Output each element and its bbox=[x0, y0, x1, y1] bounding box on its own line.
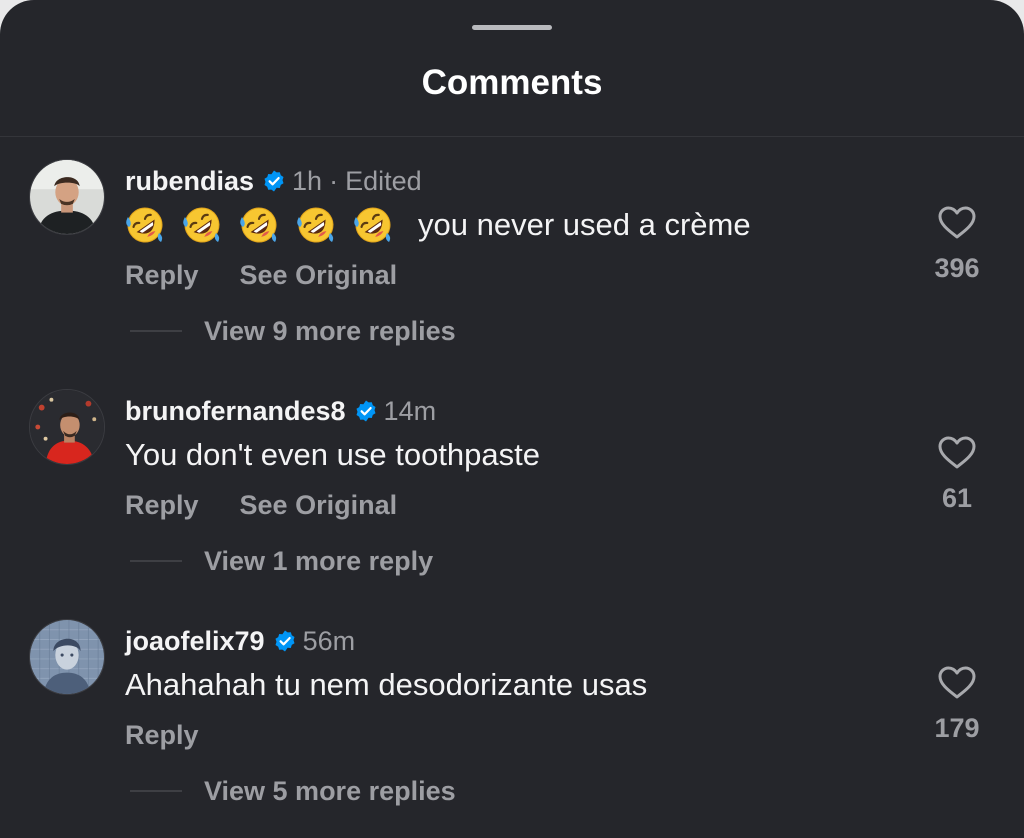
avatar[interactable] bbox=[29, 619, 105, 695]
verified-badge-icon bbox=[275, 630, 295, 652]
comment-actions: Reply See Original bbox=[125, 487, 397, 523]
comment-time: 56m bbox=[302, 625, 356, 656]
comment-item: rubendias 1h · Edited you never used a c… bbox=[0, 159, 1024, 379]
comment-actions: Reply See Original bbox=[125, 257, 397, 293]
avatar[interactable] bbox=[29, 389, 105, 465]
replies-line bbox=[130, 560, 182, 562]
view-replies-button[interactable]: View 9 more replies bbox=[130, 313, 456, 349]
view-replies-label: View 5 more replies bbox=[204, 775, 456, 806]
emoji-row bbox=[125, 205, 410, 245]
replies-line bbox=[130, 330, 182, 332]
like-count: 61 bbox=[941, 483, 973, 513]
comment-meta: brunofernandes8 14m bbox=[125, 393, 436, 429]
like-count: 179 bbox=[934, 713, 980, 743]
username[interactable]: brunofernandes8 bbox=[125, 396, 346, 427]
rolling-on-floor-laughing-icon bbox=[239, 205, 279, 245]
comment-item: joaofelix79 56m Ahahahah tu nem desodori… bbox=[0, 619, 1024, 838]
edited-label: Edited bbox=[345, 165, 422, 196]
header-divider bbox=[0, 136, 1024, 137]
sheet-grabber[interactable] bbox=[472, 25, 552, 30]
rolling-on-floor-laughing-icon bbox=[296, 205, 336, 245]
avatar[interactable] bbox=[29, 159, 105, 235]
heart-icon[interactable] bbox=[937, 433, 977, 473]
see-original-button[interactable]: See Original bbox=[240, 490, 398, 521]
heart-icon[interactable] bbox=[937, 663, 977, 703]
heart-icon[interactable] bbox=[937, 203, 977, 243]
reply-button[interactable]: Reply bbox=[125, 720, 199, 751]
comment-text: you never used a crème bbox=[418, 207, 751, 242]
comments-sheet: Comments rubendias 1h · Edited you never… bbox=[0, 0, 1024, 838]
comment-body: Ahahahah tu nem desodorizante usas bbox=[125, 665, 647, 705]
like-area: 61 bbox=[922, 433, 992, 514]
meta-separator: · bbox=[329, 165, 339, 196]
verified-badge-icon bbox=[356, 400, 376, 422]
comment-text: Ahahahah tu nem desodorizante usas bbox=[125, 667, 648, 702]
comment-time: 14m bbox=[383, 395, 437, 426]
like-area: 396 bbox=[922, 203, 992, 284]
comment-actions: Reply bbox=[125, 717, 199, 753]
comment-text: You don't even use toothpaste bbox=[125, 437, 541, 472]
comment-body: you never used a crème bbox=[125, 205, 751, 245]
rolling-on-floor-laughing-icon bbox=[125, 205, 165, 245]
comment-meta: joaofelix79 56m bbox=[125, 623, 355, 659]
view-replies-button[interactable]: View 5 more replies bbox=[130, 773, 456, 809]
see-original-button[interactable]: See Original bbox=[240, 260, 398, 291]
view-replies-label: View 9 more replies bbox=[204, 315, 456, 346]
replies-line bbox=[130, 790, 182, 792]
view-replies-label: View 1 more reply bbox=[204, 545, 434, 576]
username[interactable]: joaofelix79 bbox=[125, 626, 265, 657]
reply-button[interactable]: Reply bbox=[125, 490, 199, 521]
comment-item: brunofernandes8 14m You don't even use t… bbox=[0, 389, 1024, 609]
comment-meta: rubendias 1h · Edited bbox=[125, 163, 422, 199]
reply-button[interactable]: Reply bbox=[125, 260, 199, 291]
like-area: 179 bbox=[922, 663, 992, 744]
like-count: 396 bbox=[934, 253, 980, 283]
verified-badge-icon bbox=[264, 170, 284, 192]
rolling-on-floor-laughing-icon bbox=[353, 205, 393, 245]
view-replies-button[interactable]: View 1 more reply bbox=[130, 543, 433, 579]
username[interactable]: rubendias bbox=[125, 166, 254, 197]
rolling-on-floor-laughing-icon bbox=[182, 205, 222, 245]
comment-time: 1h bbox=[292, 165, 323, 196]
sheet-title: Comments bbox=[421, 63, 603, 102]
comment-body: You don't even use toothpaste bbox=[125, 435, 540, 475]
